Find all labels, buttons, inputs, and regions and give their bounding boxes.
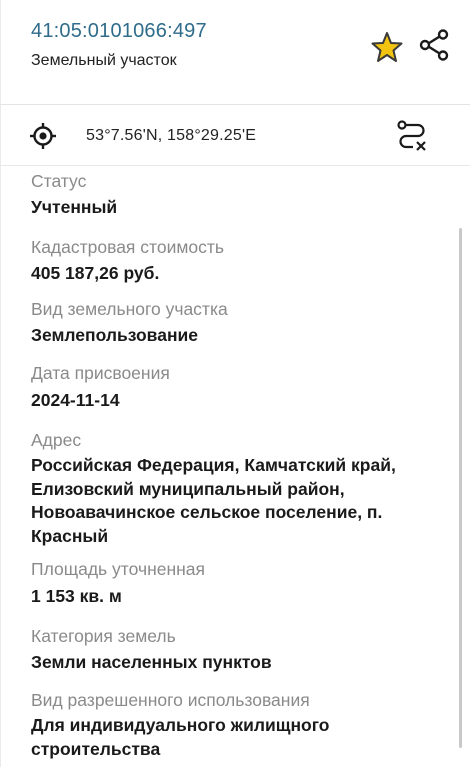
coordinates-bar: 53°7.56'N, 158°29.25'E — [0, 105, 470, 165]
field-value: Российская Федерация, Камчатский край, Е… — [31, 455, 396, 546]
coordinates-divider — [0, 165, 470, 166]
crosshair-icon — [30, 123, 56, 149]
star-icon — [371, 32, 403, 62]
field-permitted-use: Вид разрешенного использования Для индив… — [31, 688, 441, 761]
field-value: Землепользование — [31, 325, 199, 345]
route-icon — [397, 120, 426, 151]
scrollbar[interactable] — [459, 228, 462, 748]
field-label: Вид разрешенного использования — [31, 690, 310, 710]
field-area: Площадь уточненная 1 153 кв. м — [31, 557, 441, 608]
field-value: Земли населенных пунктов — [31, 652, 272, 672]
field-label: Вид земельного участка — [31, 299, 228, 319]
field-value: 2024-11-14 — [31, 390, 120, 410]
locate-button[interactable] — [28, 121, 58, 151]
field-status: Статус Учтенный — [31, 169, 441, 219]
route-button[interactable] — [394, 117, 430, 153]
field-label: Площадь уточненная — [31, 559, 206, 579]
field-label: Кадастровая стоимость — [31, 237, 224, 257]
field-label: Дата присвоения — [31, 363, 170, 383]
field-address: Адрес Российская Федерация, Камчатский к… — [31, 428, 441, 548]
field-value: 405 187,26 руб. — [31, 263, 160, 283]
field-value: Для индивидуального жилищного строительс… — [31, 715, 330, 759]
field-cadastral-value: Кадастровая стоимость 405 187,26 руб. — [31, 235, 441, 285]
field-label: Статус — [31, 171, 87, 191]
header: 41:05:0101066:497 Земельный участок — [0, 0, 470, 104]
field-land-kind: Вид земельного участка Землепользование — [31, 297, 441, 347]
share-button[interactable] — [417, 28, 451, 62]
field-value: Учтенный — [31, 197, 118, 217]
object-type: Земельный участок — [31, 52, 177, 69]
field-label: Категория земель — [31, 626, 176, 646]
field-value: 1 153 кв. м — [31, 586, 122, 606]
coordinates-text[interactable]: 53°7.56'N, 158°29.25'E — [86, 127, 256, 145]
field-assigned-date: Дата присвоения 2024-11-14 — [31, 361, 441, 412]
share-icon — [419, 29, 449, 61]
field-label: Адрес — [31, 430, 82, 450]
cadastral-number[interactable]: 41:05:0101066:497 — [31, 20, 207, 43]
field-land-category: Категория земель Земли населенных пункто… — [31, 624, 441, 674]
favorite-button[interactable] — [370, 30, 404, 64]
